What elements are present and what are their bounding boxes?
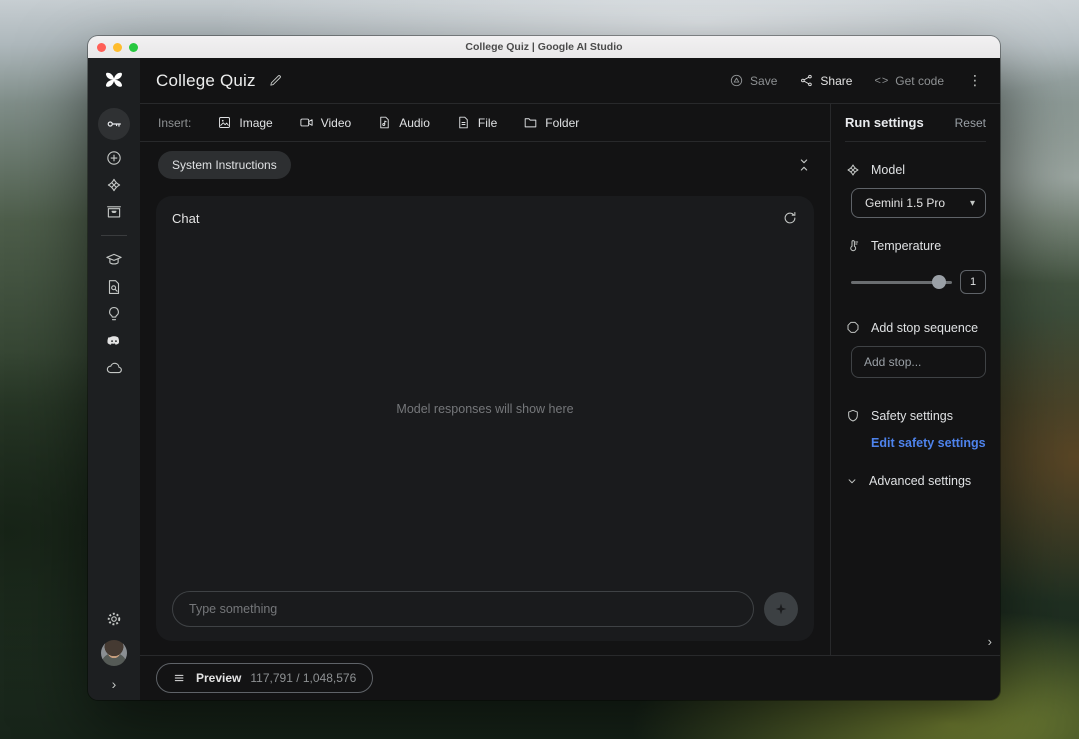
temperature-label: Temperature [871,239,941,253]
ideas-icon[interactable] [98,300,130,327]
image-icon [217,115,232,130]
new-prompt-icon[interactable] [98,144,130,171]
safety-settings-label: Safety settings [871,409,953,423]
model-selected-value: Gemini 1.5 Pro [865,196,945,210]
get-code-button[interactable]: <> Get code [874,74,944,88]
settings-gear-icon[interactable] [98,605,130,632]
file-icon [456,115,471,130]
empty-state-text: Model responses will show here [172,226,798,591]
tune-model-icon[interactable] [98,246,130,273]
preview-button[interactable]: Preview 117,791 / 1,048,576 [156,663,373,693]
model-dropdown[interactable]: Gemini 1.5 Pro ▾ [851,188,986,218]
api-key-icon[interactable] [98,108,130,140]
insert-file-label: File [478,116,497,130]
chat-input[interactable] [172,591,754,627]
app-window: College Quiz | Google AI Studio [88,36,1000,700]
code-icon: <> [874,75,889,87]
insert-video-label: Video [321,116,351,130]
workspace: Insert: Image Video Audio [140,104,830,655]
prompt-weave-icon[interactable] [98,171,130,198]
edit-title-icon[interactable] [268,73,283,88]
model-icon [845,162,861,178]
preview-label: Preview [196,671,241,685]
chat-area: Chat Model responses will show here [140,188,830,655]
insert-image-button[interactable]: Image [217,115,272,130]
insert-toolbar: Insert: Image Video Audio [140,104,830,142]
insert-image-label: Image [239,116,272,130]
drive-cloud-icon[interactable] [98,354,130,381]
audio-icon [377,115,392,130]
library-icon[interactable] [98,198,130,225]
ai-studio-logo[interactable] [102,68,126,92]
sparkle-icon [773,601,789,617]
folder-icon [523,115,538,130]
discord-icon[interactable] [98,327,130,354]
system-instructions-row: System Instructions [140,142,830,188]
advanced-settings-label: Advanced settings [869,474,971,488]
collapse-panel-icon[interactable]: › [988,634,992,649]
macos-titlebar: College Quiz | Google AI Studio [88,36,1000,58]
share-label: Share [820,74,852,88]
save-label: Save [750,74,777,88]
temperature-value-input[interactable] [960,270,986,294]
token-count: 117,791 / 1,048,576 [250,671,356,685]
chevron-down-icon: ▾ [970,198,975,209]
stop-sequence-input[interactable] [851,346,986,378]
prompt-search-icon[interactable] [98,273,130,300]
insert-file-button[interactable]: File [456,115,497,130]
chat-title: Chat [172,211,199,226]
reset-chat-icon[interactable] [782,210,798,226]
prompt-header: College Quiz Save Share <> Get co [140,58,1000,104]
share-button[interactable]: Share [799,73,852,88]
run-settings-title: Run settings [845,115,924,130]
window-title: College Quiz | Google AI Studio [88,41,1000,53]
list-icon [173,671,187,685]
get-code-label: Get code [895,74,944,88]
advanced-settings-toggle[interactable]: Advanced settings [845,474,986,488]
chat-card: Chat Model responses will show here [156,196,814,641]
system-instructions-chip[interactable]: System Instructions [158,151,291,179]
model-label: Model [871,163,905,177]
save-button[interactable]: Save [729,73,777,88]
run-button[interactable] [764,592,798,626]
stop-sequence-label: Add stop sequence [871,321,978,335]
insert-video-button[interactable]: Video [299,115,351,130]
shield-icon [845,408,861,424]
account-avatar[interactable] [101,640,127,666]
sidebar-divider [101,235,127,236]
ai-studio-app: › College Quiz Save Share [88,58,1000,700]
insert-audio-button[interactable]: Audio [377,115,430,130]
expand-sidebar-icon[interactable]: › [112,676,117,692]
main-column: College Quiz Save Share <> Get co [140,58,1000,700]
insert-folder-button[interactable]: Folder [523,115,579,130]
stop-sequence-icon [845,320,861,336]
prompt-title: College Quiz [156,71,256,91]
insert-label: Insert: [158,116,191,130]
more-options-icon[interactable]: ⋮ [966,72,984,89]
reset-button[interactable]: Reset [955,116,986,130]
insert-audio-label: Audio [399,116,430,130]
insert-folder-label: Folder [545,116,579,130]
collapse-section-icon[interactable] [796,157,812,173]
edit-safety-settings-link[interactable]: Edit safety settings [871,436,986,450]
temperature-icon [845,238,861,254]
run-settings-panel: Run settings Reset Model Gemini 1.5 Pro [830,104,1000,655]
temperature-slider[interactable] [851,275,952,289]
slider-thumb[interactable] [932,275,946,289]
bottom-bar: Preview 117,791 / 1,048,576 [140,655,1000,700]
chevron-down-icon [845,474,859,488]
left-sidebar: › [88,58,140,700]
video-icon [299,115,314,130]
